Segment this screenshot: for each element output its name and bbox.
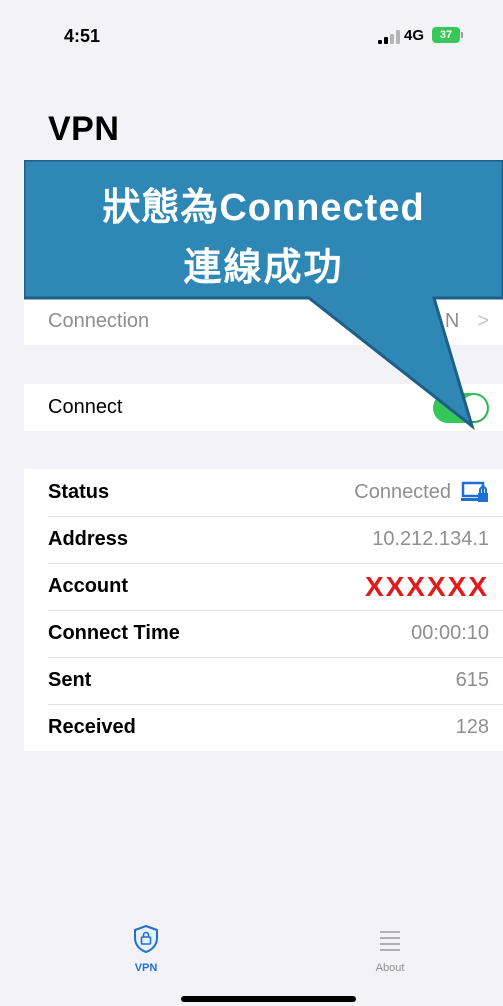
account-value-redacted: XXXXXX (364, 570, 489, 602)
received-value: 128 (455, 716, 489, 738)
account-row: Account XXXXXX (24, 563, 503, 610)
tab-about-label: About (375, 962, 405, 974)
tab-vpn[interactable]: VPN (106, 924, 186, 974)
battery-icon: 37 (432, 27, 460, 43)
connect-time-label: Connect Time (48, 622, 180, 644)
tab-vpn-label: VPN (134, 962, 158, 974)
callout-line2: 連線成功 (183, 247, 344, 289)
account-label: Account (48, 575, 128, 597)
network-type: 4G (404, 27, 425, 44)
connect-time-value: 00:00:10 (411, 622, 489, 644)
tab-about[interactable]: About (350, 925, 430, 974)
status-time: 4:51 (64, 26, 101, 46)
sent-label: Sent (48, 669, 92, 691)
computer-lock-icon (461, 481, 488, 502)
received-label: Received (48, 716, 136, 738)
sent-value: 615 (455, 669, 489, 691)
list-icon (380, 931, 400, 951)
status-value: Connected (354, 481, 451, 503)
status-label: Status (48, 481, 110, 503)
callout-line1: 狀態為Connected (102, 187, 425, 229)
address-row: Address 10.212.134.1 (24, 516, 503, 563)
address-value: 10.212.134.1 (372, 528, 489, 550)
home-indicator[interactable] (181, 996, 356, 1002)
battery-tip (461, 32, 463, 38)
address-label: Address (48, 528, 129, 550)
shield-lock-icon (134, 924, 158, 954)
sent-row: Sent 615 (24, 657, 503, 704)
annotation-callout: 狀態為Connected 連線成功 (24, 160, 503, 431)
page-title: VPN (48, 110, 120, 148)
connect-time-row: Connect Time 00:00:10 (24, 610, 503, 657)
signal-icon (378, 30, 400, 44)
details-group: Status Connected Address 10.212.134.1 Ac… (24, 469, 503, 751)
received-row: Received 128 (24, 704, 503, 751)
status-row: Status Connected (24, 469, 503, 516)
